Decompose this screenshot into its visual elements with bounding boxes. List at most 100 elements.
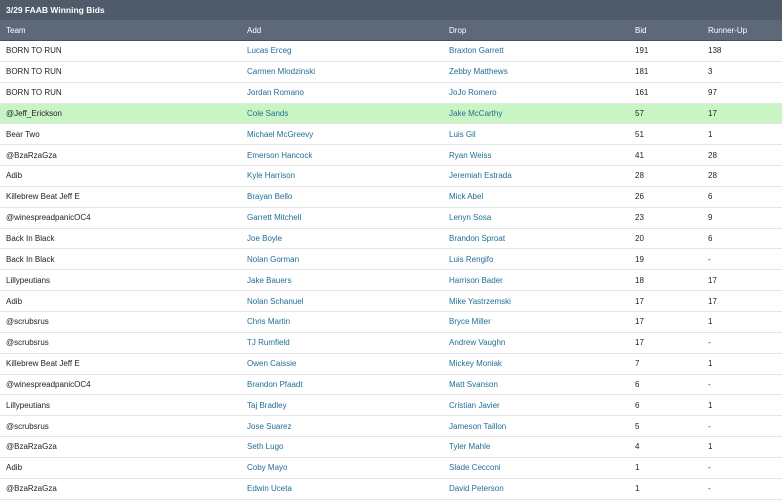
- table-row: @scrubsrus Chris Martin Bryce Miller 17 1: [0, 312, 782, 333]
- column-header-runner-up[interactable]: Runner-Up: [702, 26, 782, 35]
- bid-cell: 26: [635, 192, 644, 202]
- drop-player-link[interactable]: Jake McCarthy: [443, 109, 629, 118]
- bid-cell: 17: [635, 296, 644, 306]
- runner-up-cell: 97: [708, 88, 717, 98]
- runner-up-cell: 3: [708, 67, 713, 77]
- table-row: @winespreadpanicOC4 Garrett Mitchell Lenyn…: [0, 208, 782, 229]
- add-player-link[interactable]: Garrett Mitchell: [241, 213, 443, 222]
- runner-up-cell: 28: [708, 150, 717, 160]
- add-player-link[interactable]: Brandon Pfaadt: [241, 380, 443, 389]
- bid-cell: 4: [635, 442, 640, 452]
- drop-player-link[interactable]: David Peterson: [443, 484, 629, 493]
- table-row: Adib Nolan Schanuel Mike Yastrzemski 17 17: [0, 291, 782, 312]
- add-player-link[interactable]: Jose Suarez: [241, 422, 443, 431]
- drop-player-link[interactable]: Mick Abel: [443, 192, 629, 201]
- drop-player-link[interactable]: Brandon Sproat: [443, 234, 629, 243]
- drop-player-link[interactable]: Mike Yastrzemski: [443, 297, 629, 306]
- team-cell: @Jeff_Erickson: [6, 108, 62, 118]
- bid-cell: 20: [635, 234, 644, 244]
- add-player-link[interactable]: Carmen Mlodzinski: [241, 67, 443, 76]
- add-player-link[interactable]: TJ Rumfield: [241, 338, 443, 347]
- drop-player-link[interactable]: Jameson Taillon: [443, 422, 629, 431]
- column-header-drop[interactable]: Drop: [443, 26, 629, 35]
- add-player-link[interactable]: Jake Bauers: [241, 276, 443, 285]
- add-player-link[interactable]: Cole Sands: [241, 109, 443, 118]
- table-row: BORN TO RUN Carmen Mlodzinski Zebby Matthe…: [0, 62, 782, 83]
- drop-player-link[interactable]: Mickey Moniak: [443, 359, 629, 368]
- table-header: Team Add Drop Bid Runner-Up: [0, 20, 782, 41]
- add-player-link[interactable]: Jordan Romano: [241, 88, 443, 97]
- drop-player-link[interactable]: Braxton Garrett: [443, 46, 629, 55]
- drop-player-link[interactable]: Slade Cecconi: [443, 463, 629, 472]
- team-cell: BORN TO RUN: [6, 67, 62, 77]
- drop-player-link[interactable]: Cristian Javier: [443, 401, 629, 410]
- drop-player-link[interactable]: Harrison Bader: [443, 276, 629, 285]
- add-player-link[interactable]: Seth Lugo: [241, 442, 443, 451]
- drop-player-link[interactable]: Matt Svanson: [443, 380, 629, 389]
- team-cell: Killebrew Beat Jeff E: [6, 192, 80, 202]
- bid-cell: 6: [635, 400, 640, 410]
- drop-player-link[interactable]: Ryan Weiss: [443, 151, 629, 160]
- table-row: BORN TO RUN Lucas Erceg Braxton Garrett 191…: [0, 41, 782, 62]
- table-row: BORN TO RUN Jordan Romano JoJo Romero 161 97: [0, 83, 782, 104]
- add-player-link[interactable]: Lucas Erceg: [241, 46, 443, 55]
- runner-up-cell: 17: [708, 108, 717, 118]
- drop-player-link[interactable]: Jeremiah Estrada: [443, 171, 629, 180]
- drop-player-link[interactable]: Zebby Matthews: [443, 67, 629, 76]
- column-header-bid[interactable]: Bid: [629, 26, 702, 35]
- runner-up-cell: 28: [708, 171, 717, 181]
- table-row: @scrubsrus Jose Suarez Jameson Taillon 5 -: [0, 416, 782, 438]
- table-row: @scrubsrus TJ Rumfield Andrew Vaughn 17 -: [0, 333, 782, 354]
- drop-player-link[interactable]: Luis Gil: [443, 130, 629, 139]
- runner-up-cell: 1: [708, 317, 713, 327]
- table-row: Lillypeutians Taj Bradley Cristian Javier 6…: [0, 395, 782, 417]
- team-cell: @BzaRzaGza: [6, 442, 57, 452]
- bid-cell: 41: [635, 150, 644, 160]
- add-player-link[interactable]: Nolan Gorman: [241, 255, 443, 264]
- bid-cell: 57: [635, 108, 644, 118]
- add-player-link[interactable]: Nolan Schanuel: [241, 297, 443, 306]
- runner-up-cell: 6: [708, 234, 713, 244]
- runner-up-cell: 6: [708, 192, 713, 202]
- team-cell: Adib: [6, 463, 23, 473]
- add-player-link[interactable]: Kyle Harrison: [241, 171, 443, 180]
- team-cell: Lillypeutians: [6, 400, 51, 410]
- bid-cell: 1: [635, 484, 640, 494]
- drop-player-link[interactable]: Bryce Miller: [443, 317, 629, 326]
- drop-player-link[interactable]: Andrew Vaughn: [443, 338, 629, 347]
- runner-up-cell: 1: [708, 129, 713, 139]
- add-player-link[interactable]: Owen Caissie: [241, 359, 443, 368]
- bid-cell: 181: [635, 67, 649, 77]
- table-row: Back In Black Nolan Gorman Luis Rengifo 19 -: [0, 249, 782, 271]
- add-player-link[interactable]: Edwin Uceta: [241, 484, 443, 493]
- column-header-team[interactable]: Team: [0, 26, 241, 35]
- table-row: @BzaRzaGza Seth Lugo Tyler Mahle 4 1: [0, 437, 782, 458]
- runner-up-cell: -: [708, 379, 711, 389]
- add-player-link[interactable]: Taj Bradley: [241, 401, 443, 410]
- bid-cell: 191: [635, 46, 649, 56]
- table-row: @Jeff_Erickson Cole Sands Jake McCarthy 57 1…: [0, 103, 782, 125]
- add-player-link[interactable]: Michael McGreevy: [241, 130, 443, 139]
- bid-cell: 17: [635, 317, 644, 327]
- runner-up-cell: 1: [708, 359, 713, 369]
- column-header-add[interactable]: Add: [241, 26, 443, 35]
- runner-up-cell: 9: [708, 213, 713, 223]
- add-player-link[interactable]: Coby Mayo: [241, 463, 443, 472]
- add-player-link[interactable]: Emerson Hancock: [241, 151, 443, 160]
- bid-cell: 1: [635, 463, 640, 473]
- drop-player-link[interactable]: Luis Rengifo: [443, 255, 629, 264]
- team-cell: Lillypeutians: [6, 275, 51, 285]
- drop-player-link[interactable]: Tyler Mahle: [443, 442, 629, 451]
- bid-cell: 17: [635, 338, 644, 348]
- table-row: @BzaRzaGza Emerson Hancock Ryan Weiss 41 28: [0, 145, 782, 167]
- add-player-link[interactable]: Brayan Bello: [241, 192, 443, 201]
- team-cell: @winespreadpanicOC4: [6, 379, 91, 389]
- team-cell: Bear Two: [6, 129, 40, 139]
- add-player-link[interactable]: Chris Martin: [241, 317, 443, 326]
- drop-player-link[interactable]: Lenyn Sosa: [443, 213, 629, 222]
- team-cell: @scrubsrus: [6, 317, 49, 327]
- drop-player-link[interactable]: JoJo Romero: [443, 88, 629, 97]
- table-body: BORN TO RUN Lucas Erceg Braxton Garrett 191…: [0, 41, 782, 500]
- bid-cell: 161: [635, 88, 649, 98]
- add-player-link[interactable]: Joe Boyle: [241, 234, 443, 243]
